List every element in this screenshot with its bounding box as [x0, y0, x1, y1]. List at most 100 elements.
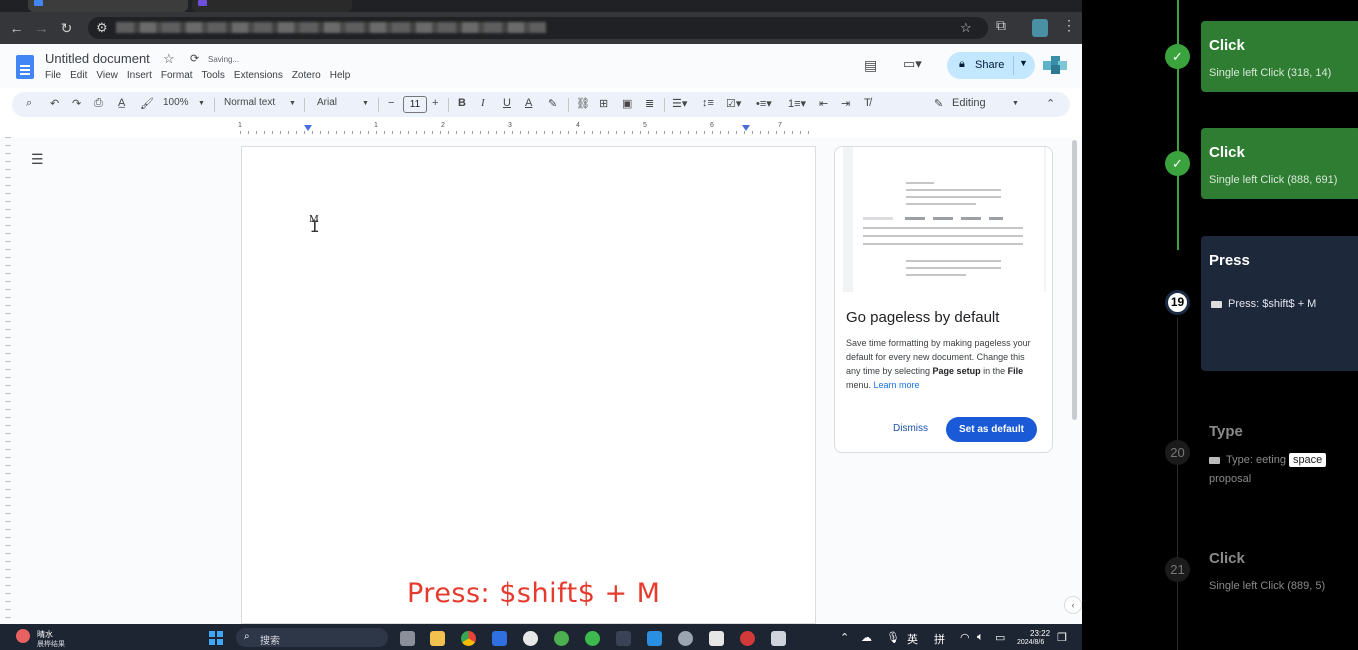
- align-icon[interactable]: ☰▾: [672, 97, 687, 110]
- app-icon[interactable]: [523, 631, 538, 646]
- app-icon[interactable]: [554, 631, 569, 646]
- file-explorer-icon[interactable]: [430, 631, 445, 646]
- print-icon[interactable]: ⎙: [94, 97, 103, 110]
- chrome-icon[interactable]: [461, 631, 476, 646]
- menu-view[interactable]: View: [96, 70, 122, 81]
- checklist-icon[interactable]: ☑▾: [726, 97, 741, 110]
- document-outline-icon[interactable]: ☰: [31, 151, 44, 168]
- increase-font-size-icon[interactable]: +: [432, 97, 438, 109]
- address-bar[interactable]: ⚙ ☆: [88, 17, 988, 39]
- left-indent-marker[interactable]: [304, 125, 312, 131]
- search-menus-icon[interactable]: ⌕: [26, 97, 32, 110]
- ime-language[interactable]: 英: [907, 631, 918, 647]
- weather-icon[interactable]: [16, 629, 30, 643]
- step-card-done[interactable]: Click Single left Click (318, 14): [1201, 21, 1358, 92]
- document-title[interactable]: Untitled document: [45, 51, 150, 66]
- dismiss-button[interactable]: Dismiss: [893, 423, 928, 434]
- profile-avatar[interactable]: [1032, 19, 1048, 37]
- share-button[interactable]: 🔒︎ Share ▼: [947, 52, 1035, 79]
- insert-image-icon[interactable]: ▣: [622, 97, 632, 110]
- ime-mode[interactable]: 拼: [934, 631, 945, 647]
- font-size-input[interactable]: 11: [403, 96, 427, 113]
- tab-docs[interactable]: [28, 0, 188, 12]
- battery-icon[interactable]: ▭: [995, 631, 1005, 644]
- notification-icon[interactable]: ❐: [1057, 631, 1067, 644]
- docs-logo-icon[interactable]: [16, 55, 34, 79]
- vscode-icon[interactable]: [647, 631, 662, 646]
- font-select[interactable]: Arial: [317, 97, 337, 108]
- browser-menu-icon[interactable]: ⋮: [1062, 17, 1076, 34]
- bookmark-star-icon[interactable]: ☆: [960, 20, 972, 36]
- comment-history-icon[interactable]: ▤: [864, 57, 877, 74]
- bulleted-list-icon[interactable]: •≡▾: [756, 97, 772, 110]
- decrease-indent-icon[interactable]: ⇤: [819, 97, 828, 110]
- microphone-icon[interactable]: 🎙︎: [886, 631, 900, 644]
- clock-date[interactable]: 2024/8/6: [1017, 639, 1044, 646]
- step-card-current[interactable]: Press Press: $shift$ + M: [1201, 236, 1358, 371]
- forward-icon[interactable]: →: [29, 20, 54, 36]
- set-as-default-button[interactable]: Set as default: [946, 417, 1037, 442]
- app-icon[interactable]: [740, 631, 755, 646]
- star-icon[interactable]: ☆: [163, 51, 175, 67]
- menu-edit[interactable]: Edit: [70, 70, 91, 81]
- italic-icon[interactable]: I: [481, 97, 485, 109]
- paint-format-icon[interactable]: 🖌︎: [140, 97, 154, 110]
- menu-file[interactable]: File: [45, 70, 65, 81]
- zoom-select[interactable]: 100%: [163, 97, 189, 108]
- chevron-up-icon[interactable]: ⌃: [840, 631, 849, 644]
- chevron-down-icon[interactable]: ▼: [362, 100, 369, 107]
- highlight-color-icon[interactable]: ✎: [548, 97, 557, 110]
- clock-time[interactable]: 23:22: [1030, 629, 1050, 638]
- menu-tools[interactable]: Tools: [202, 70, 229, 81]
- settings-gear-icon[interactable]: [678, 631, 693, 646]
- line-spacing-icon[interactable]: ↕≡: [702, 97, 714, 109]
- increase-indent-icon[interactable]: ⇥: [841, 97, 850, 110]
- text-color-icon[interactable]: A: [525, 97, 532, 109]
- horizontal-ruler[interactable]: 1 1 2 3 4 5 6 7: [238, 122, 816, 134]
- site-info-icon[interactable]: ⚙: [96, 20, 108, 36]
- add-comment-icon[interactable]: ⊞: [599, 97, 608, 110]
- back-icon[interactable]: ←: [4, 20, 29, 36]
- chevron-down-icon[interactable]: ▼: [289, 100, 296, 107]
- app-icon[interactable]: [616, 631, 631, 646]
- app-icon[interactable]: [771, 631, 786, 646]
- task-view-icon[interactable]: [400, 631, 415, 646]
- reload-icon[interactable]: ↻: [54, 20, 79, 37]
- windows-start-icon[interactable]: [209, 631, 223, 645]
- side-panel-toggle-icon[interactable]: ‹: [1064, 596, 1082, 614]
- menu-extensions[interactable]: Extensions: [234, 70, 287, 81]
- app-icon[interactable]: [492, 631, 507, 646]
- document-page[interactable]: M I: [241, 146, 816, 624]
- decrease-font-size-icon[interactable]: −: [388, 97, 394, 109]
- tab-other[interactable]: [192, 0, 352, 12]
- checklist-format-icon[interactable]: ≣: [645, 97, 654, 110]
- menu-help[interactable]: Help: [330, 70, 355, 81]
- volume-icon[interactable]: 🔈︎: [977, 631, 984, 644]
- notion-icon[interactable]: [709, 631, 724, 646]
- learn-more-link[interactable]: Learn more: [874, 380, 920, 390]
- chevron-down-icon[interactable]: ▼: [1012, 100, 1019, 107]
- taskbar-search[interactable]: ⌕ 搜索: [236, 628, 388, 647]
- menu-zotero[interactable]: Zotero: [292, 70, 325, 81]
- wechat-icon[interactable]: [585, 631, 600, 646]
- spellcheck-icon[interactable]: A̲: [118, 97, 125, 109]
- underline-icon[interactable]: U: [503, 97, 511, 109]
- step-card-done[interactable]: Click Single left Click (888, 691): [1201, 128, 1358, 199]
- vertical-scrollbar[interactable]: [1072, 140, 1077, 420]
- menu-insert[interactable]: Insert: [127, 70, 156, 81]
- chevron-down-icon[interactable]: ▼: [1019, 58, 1028, 68]
- bold-icon[interactable]: B: [458, 97, 466, 109]
- clear-formatting-icon[interactable]: T̸: [864, 97, 871, 109]
- menu-format[interactable]: Format: [161, 70, 197, 81]
- insert-link-icon[interactable]: ⛓︎: [576, 97, 590, 110]
- wifi-icon[interactable]: ◠: [960, 631, 970, 644]
- collapse-menus-icon[interactable]: ⌃: [1046, 97, 1055, 110]
- gemini-icon[interactable]: [1043, 53, 1069, 75]
- editing-mode-select[interactable]: Editing: [952, 97, 986, 109]
- numbered-list-icon[interactable]: 1≡▾: [788, 97, 806, 110]
- cloud-icon[interactable]: ☁: [861, 631, 872, 644]
- right-indent-marker[interactable]: [742, 125, 750, 131]
- undo-icon[interactable]: ↶: [50, 97, 59, 110]
- redo-icon[interactable]: ↷: [72, 97, 81, 110]
- style-select[interactable]: Normal text: [224, 97, 275, 108]
